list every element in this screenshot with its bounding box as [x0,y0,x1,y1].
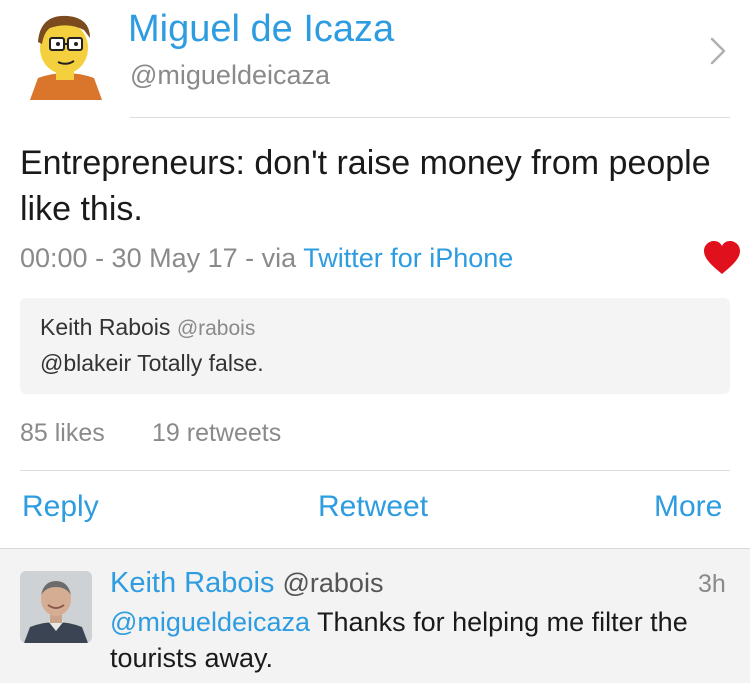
quoted-tweet[interactable]: Keith Rabois @rabois @blakeir Totally fa… [20,298,730,394]
tweet-timestamp: 00:00 - 30 May 17 [20,243,238,273]
chevron-right-icon[interactable] [706,33,730,69]
quoted-tweet-text: @blakeir Totally false. [40,350,264,376]
retweets-count[interactable]: 19 retweets [152,419,281,448]
tweet-text: Entrepreneurs: don't raise money from pe… [20,144,711,228]
heart-icon[interactable] [702,240,742,276]
reply-text: @migueldeicaza Thanks for helping me fil… [110,604,730,676]
reply-author-handle: @rabois [282,568,384,598]
reply-avatar[interactable] [20,571,92,643]
quoted-author-handle: @rabois [176,317,256,340]
tweet-source-link[interactable]: Twitter for iPhone [303,243,513,273]
more-button[interactable]: More [654,490,722,524]
quoted-author: Keith Rabois @rabois [40,314,255,341]
author-avatar[interactable] [20,8,112,100]
reply-author[interactable]: Keith Rabois @rabois [110,567,383,600]
quoted-author-name: Keith Rabois [40,314,171,340]
retweet-button[interactable]: Retweet [318,490,428,524]
tweet-meta: 00:00 - 30 May 17 - via Twitter for iPho… [20,243,514,273]
likes-count[interactable]: 85 likes [20,419,105,448]
reply-mention-link[interactable]: @migueldeicaza [110,607,310,637]
author-name[interactable]: Miguel de Icaza [128,8,394,51]
author-handle[interactable]: @migueldeicaza [130,60,330,91]
reply-item[interactable]: Keith Rabois @rabois 3h @migueldeicaza T… [0,548,750,683]
reply-button[interactable]: Reply [22,490,99,524]
reply-author-name[interactable]: Keith Rabois [110,567,274,599]
stats-divider [20,470,730,471]
reply-time: 3h [698,570,726,598]
via-label: via [261,243,297,273]
header-divider [130,117,730,118]
